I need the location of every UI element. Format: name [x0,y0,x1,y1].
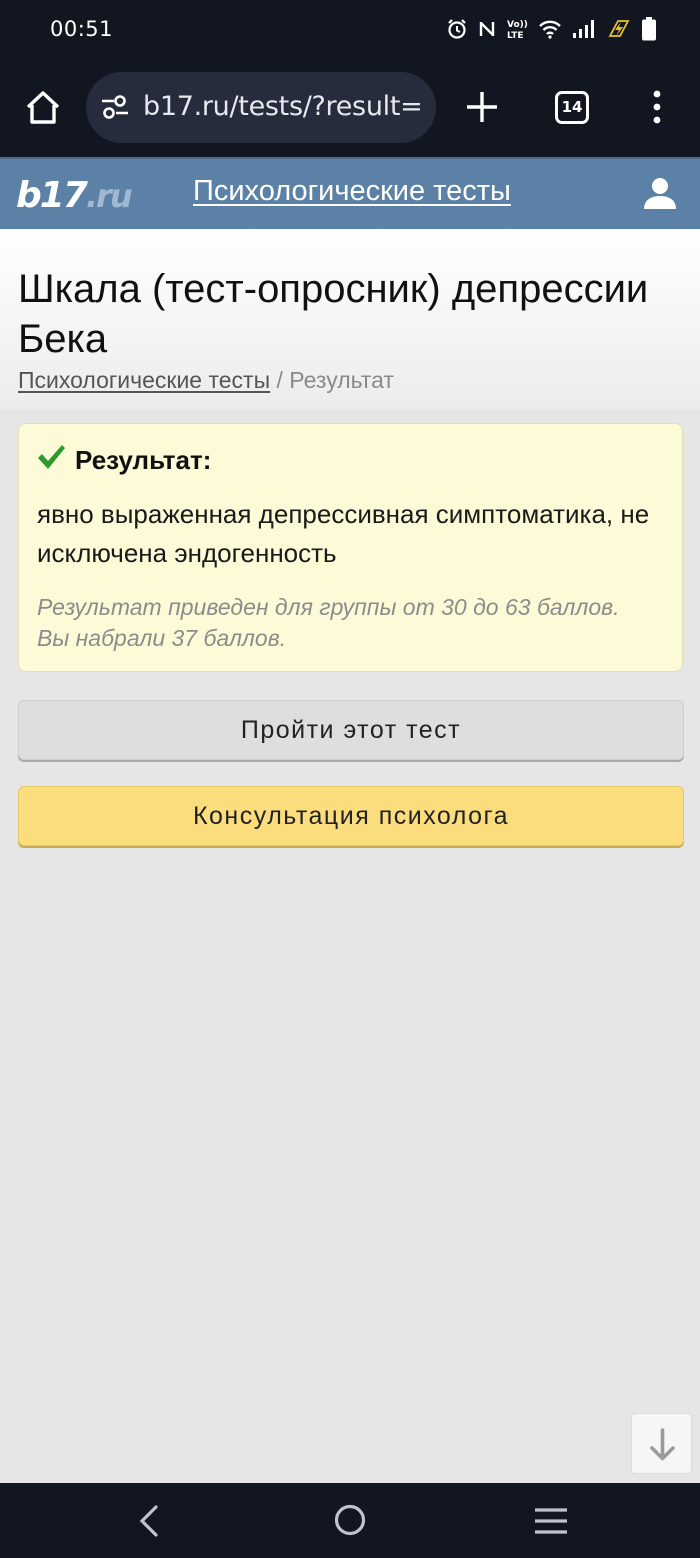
result-heading-label: Результат: [75,445,212,475]
nfc-icon [478,18,496,40]
more-vert-icon[interactable] [648,90,666,129]
home-circle-icon[interactable] [333,1503,367,1542]
arrow-down-icon [632,1414,691,1480]
breadcrumb-current: Результат [289,367,394,393]
wifi-icon [538,19,562,39]
logo-main: b17 [16,175,88,216]
recents-icon[interactable] [533,1507,569,1540]
result-box: Результат: явно выраженная депрессивная … [18,423,683,672]
site-logo[interactable]: b17.ru [16,175,133,216]
svg-text:Vo)): Vo)) [507,20,528,30]
breadcrumb-separator: / [270,367,290,393]
signal-icon [572,19,596,39]
home-icon[interactable] [22,87,64,129]
alarm-icon [446,18,468,40]
user-icon[interactable] [640,176,680,217]
result-note: Результат приведен для группы от 30 до 6… [37,594,620,651]
logo-suffix: .ru [85,177,133,215]
tune-icon[interactable] [100,94,130,125]
charging-icon [606,18,632,40]
plus-icon[interactable] [462,87,502,132]
battery-icon [642,17,656,41]
volte-icon: Vo)) LTE [506,18,528,40]
breadcrumb-link-tests[interactable]: Психологические тесты [18,367,270,393]
status-icons: Vo)) LTE [446,16,656,42]
system-nav-bar [0,1483,700,1558]
url-text[interactable]: b17.ru/tests/?result=6 [143,91,423,122]
site-title-link[interactable]: Психологические тесты [193,175,511,208]
breadcrumb: Психологические тесты / Результат [18,367,394,394]
consult-psychologist-button[interactable]: Консультация психолога [18,786,684,846]
page-title: Шкала (тест-опросник) депрессии Бека [18,267,649,361]
result-text: явно выраженная депрессивная симптоматик… [37,499,650,568]
result-heading: Результат: [37,444,211,477]
browser-toolbar: b17.ru/tests/?result=6 14 [0,58,700,157]
take-test-button[interactable]: Пройти этот тест [18,700,684,760]
status-time: 00:51 [50,17,114,41]
tabs-icon[interactable]: 14 [555,91,589,124]
back-icon[interactable] [134,1503,162,1544]
site-header: b17.ru Психологические тесты [0,157,700,229]
scroll-down-button[interactable] [631,1413,692,1474]
address-bar[interactable]: b17.ru/tests/?result=6 [86,72,436,143]
status-bar: 00:51 Vo)) LTE [0,0,700,58]
svg-text:LTE: LTE [507,31,524,40]
check-icon [37,444,65,477]
